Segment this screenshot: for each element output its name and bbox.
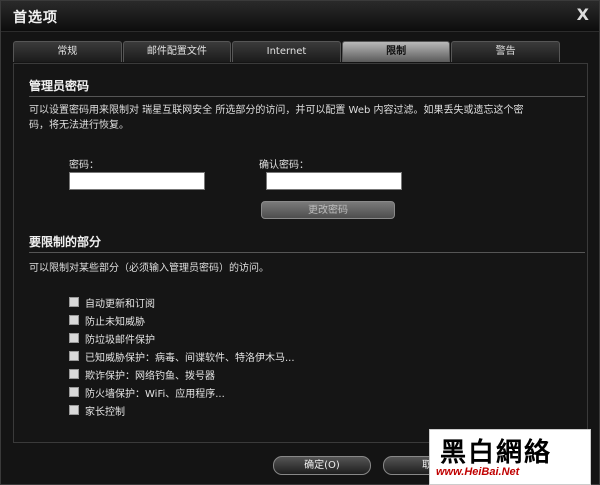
checkbox-label: 防垃圾邮件保护 — [85, 334, 155, 346]
restrict-item-fraud[interactable]: 欺诈保护：网络钓鱼、拨号器 — [69, 367, 215, 382]
tab-general[interactable]: 常规 — [13, 41, 122, 62]
restrict-item-firewall[interactable]: 防火墙保护：WiFi、应用程序... — [69, 385, 225, 400]
restrict-item-known-threats[interactable]: 已知威胁保护：病毒、间谍软件、特洛伊木马... — [69, 349, 295, 364]
restrict-item-parental[interactable]: 家长控制 — [69, 403, 125, 418]
restrict-item-auto-update[interactable]: 自动更新和订阅 — [69, 295, 155, 310]
checkbox-label: 防止未知威胁 — [85, 316, 145, 328]
checkbox[interactable] — [69, 315, 79, 325]
checkbox-label: 家长控制 — [85, 406, 125, 418]
checkbox[interactable] — [69, 405, 79, 415]
confirm-password-label: 确认密码： — [259, 160, 309, 171]
password-field[interactable] — [69, 172, 205, 190]
watermark-title: 黑白網絡 — [440, 438, 553, 468]
admin-description-line1: 可以设置密码用来限制对 瑞星互联网安全 所选部分的访问，并可以配置 Web 内容… — [29, 105, 524, 116]
tab-restrictions[interactable]: 限制 — [341, 41, 451, 62]
checkbox[interactable] — [69, 369, 79, 379]
tab-internet[interactable]: Internet — [232, 41, 341, 62]
checkbox-label: 欺诈保护：网络钓鱼、拨号器 — [85, 370, 215, 382]
admin-description-line2: 码，将无法进行恢复。 — [29, 120, 129, 131]
tab-mail-profile[interactable]: 邮件配置文件 — [122, 41, 232, 62]
restrict-item-antispam[interactable]: 防垃圾邮件保护 — [69, 331, 155, 346]
section-divider — [29, 96, 585, 97]
confirm-password-field[interactable] — [266, 172, 402, 190]
section-divider — [29, 252, 585, 253]
restrict-item-unknown-threats[interactable]: 防止未知威胁 — [69, 313, 145, 328]
admin-description: 可以设置密码用来限制对 瑞星互联网安全 所选部分的访问，并可以配置 Web 内容… — [29, 103, 589, 133]
checkbox[interactable] — [69, 297, 79, 307]
password-label: 密码： — [69, 160, 99, 171]
title-bar: 首选项 X — [1, 1, 599, 32]
change-password-button[interactable]: 更改密码 — [261, 201, 395, 219]
checkbox[interactable] — [69, 351, 79, 361]
checkbox[interactable] — [69, 387, 79, 397]
watermark-logo: 黑白網絡 www.HeiBai.Net — [429, 429, 591, 485]
preferences-window: 首选项 X 常规 邮件配置文件 Internet 限制 警告 管理员密码 可以设… — [0, 0, 600, 485]
admin-password-heading: 管理员密码 — [29, 79, 90, 93]
checkbox-label: 自动更新和订阅 — [85, 298, 155, 310]
window-title: 首选项 — [13, 10, 58, 26]
close-icon[interactable]: X — [577, 5, 589, 24]
checkbox-label: 已知威胁保护：病毒、间谍软件、特洛伊木马... — [85, 352, 295, 364]
restrict-sections-heading: 要限制的部分 — [29, 235, 102, 249]
tab-warnings[interactable]: 警告 — [451, 41, 560, 62]
tab-bar: 常规 邮件配置文件 Internet 限制 警告 — [13, 41, 561, 63]
checkbox-label: 防火墙保护：WiFi、应用程序... — [85, 388, 225, 400]
ok-button[interactable]: 确定(O) — [273, 456, 371, 475]
watermark-url: www.HeiBai.Net — [436, 466, 520, 478]
checkbox[interactable] — [69, 333, 79, 343]
restrict-description: 可以限制对某些部分（必须输入管理员密码）的访问。 — [29, 263, 269, 274]
